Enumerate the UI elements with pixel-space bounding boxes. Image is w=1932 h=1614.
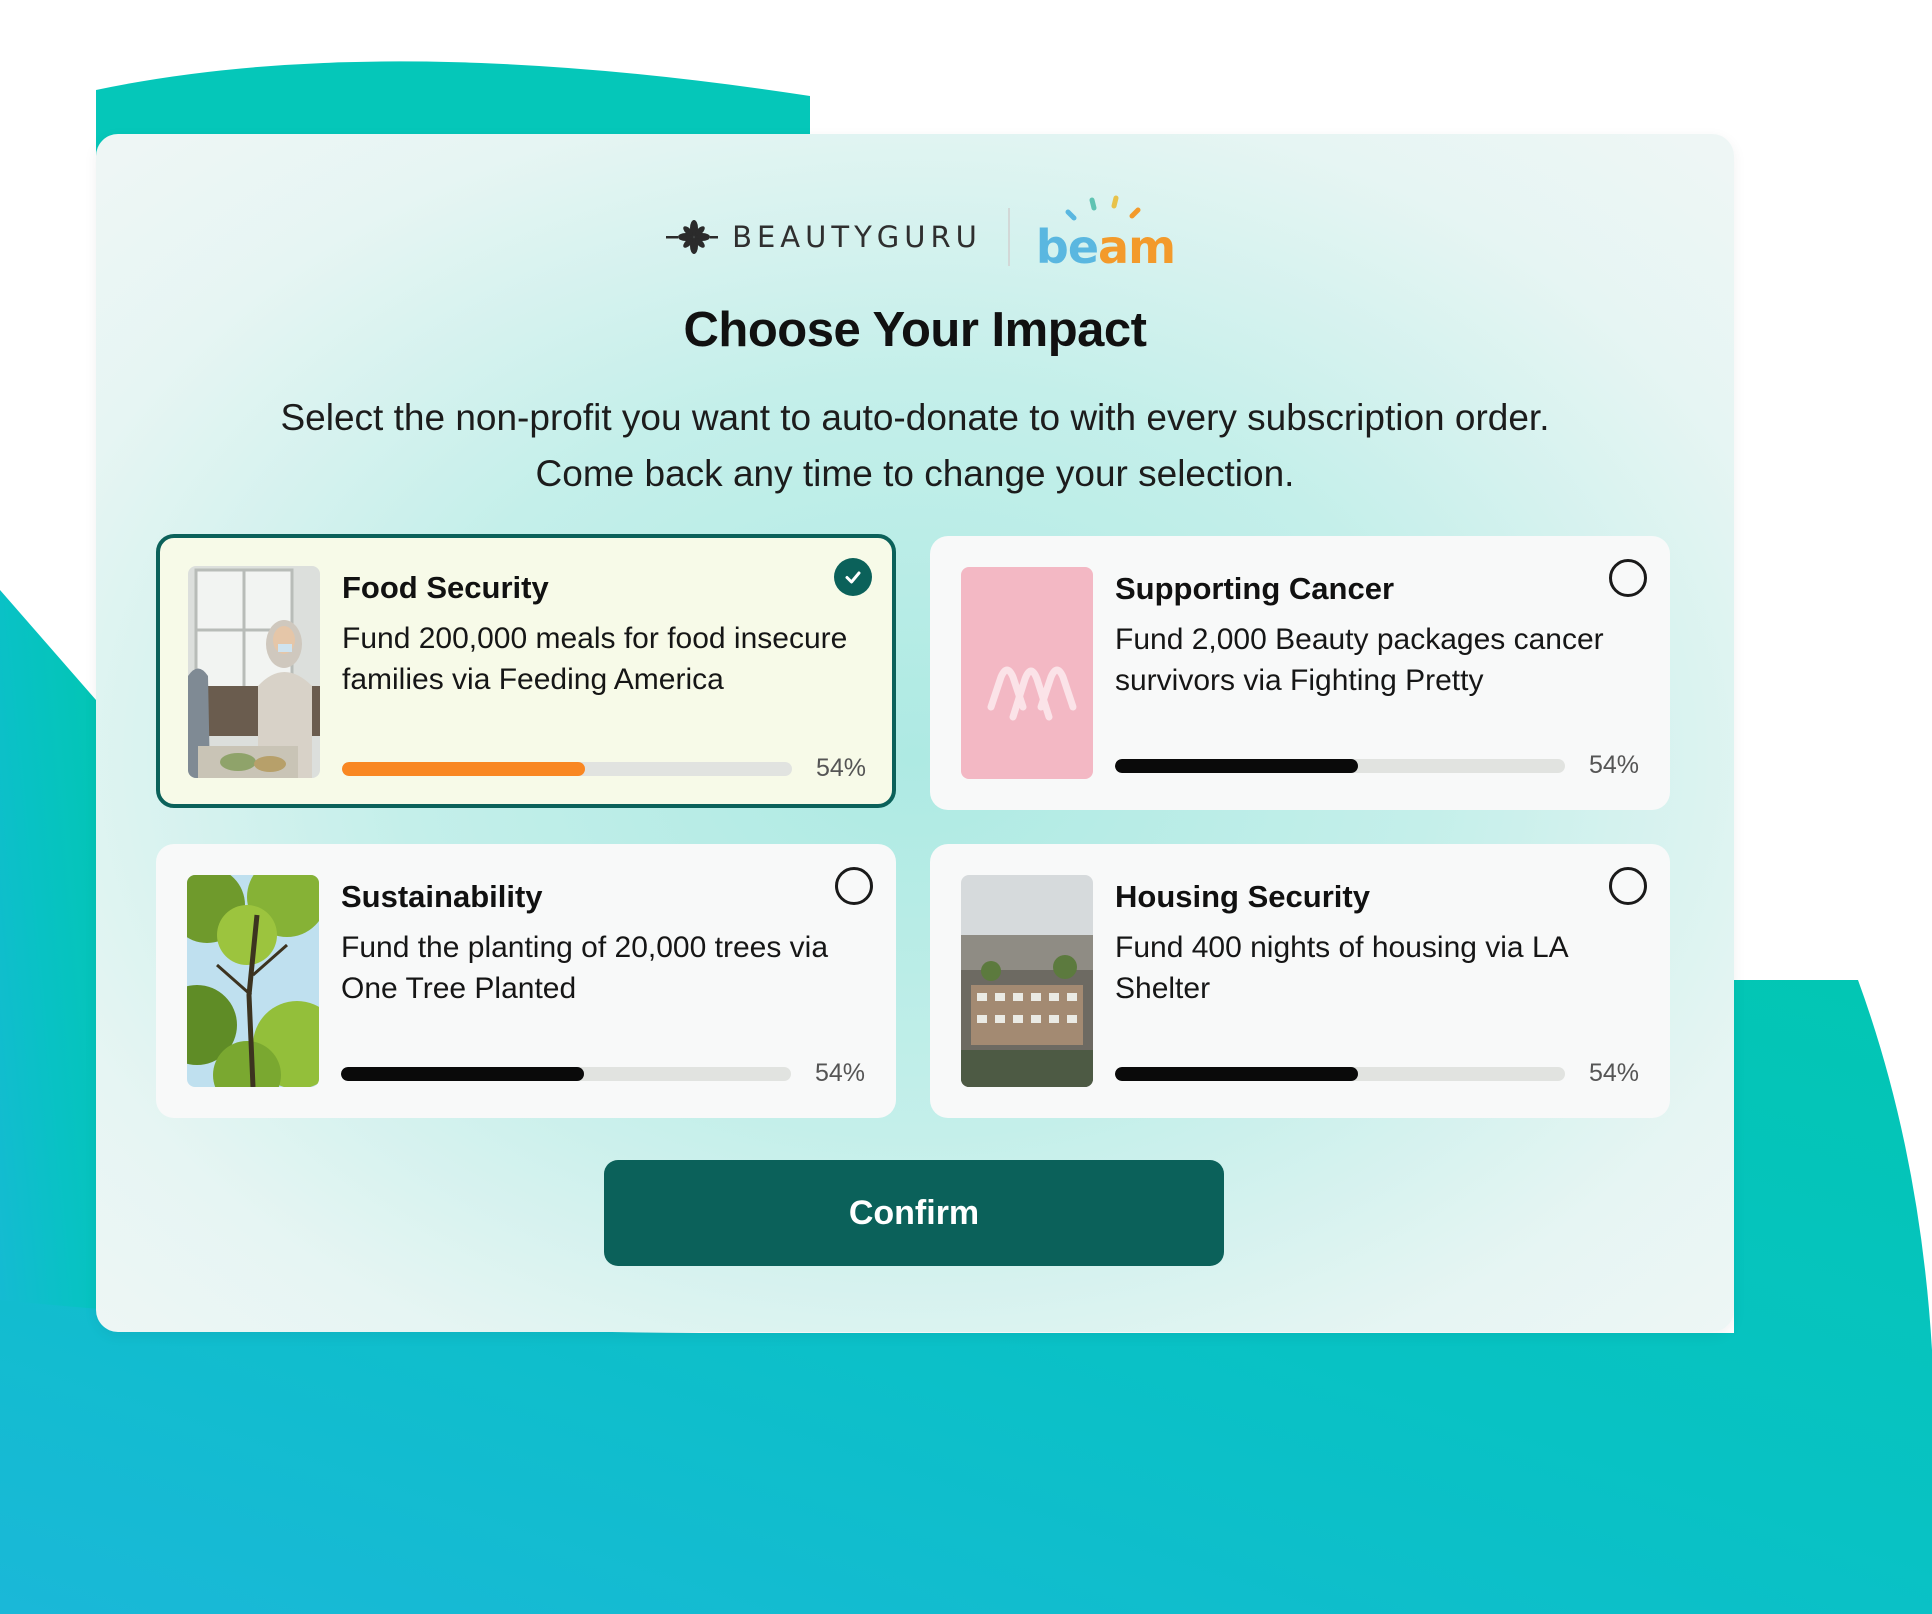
logo-divider — [1007, 208, 1010, 266]
subtitle-line-1: Select the non-profit you want to auto-d… — [280, 397, 1550, 438]
nonprofit-card-food-security[interactable]: Food Security Fund 200,000 meals for foo… — [156, 534, 896, 808]
card-description: Fund 2,000 Beauty packages cancer surviv… — [1115, 623, 1604, 697]
progress-bar — [1115, 759, 1565, 773]
beam-logo: beam — [1036, 192, 1176, 282]
food-security-image — [188, 566, 320, 778]
radio-button[interactable] — [1609, 559, 1647, 597]
progress-bar — [342, 762, 792, 776]
page-subtitle: Select the non-profit you want to auto-d… — [156, 390, 1674, 502]
progress-percent: 54% — [1589, 751, 1640, 779]
progress-percent: 54% — [1589, 1059, 1640, 1087]
card-title: Housing Security — [1115, 879, 1370, 914]
impact-selection-panel: BEAUTYGURU beam Choose Your Impact Selec… — [96, 134, 1734, 1332]
sustainability-image — [187, 875, 319, 1087]
card-description: Fund the planting of 20,000 trees via On… — [341, 931, 829, 1005]
progress-fill — [1115, 759, 1358, 773]
subtitle-line-2: Come back any time to change your select… — [535, 453, 1295, 494]
card-title: Sustainability — [341, 879, 543, 914]
beautyguru-flower-icon — [666, 220, 719, 254]
beam-wordmark: beam — [1035, 220, 1176, 274]
selected-check-icon[interactable] — [834, 558, 872, 596]
card-title: Supporting Cancer — [1115, 571, 1395, 606]
progress-fill — [1115, 1067, 1358, 1081]
card-title: Food Security — [342, 570, 549, 605]
confirm-button[interactable]: Confirm — [604, 1160, 1224, 1266]
progress-percent: 54% — [816, 754, 867, 782]
logo-bar: BEAUTYGURU beam — [96, 192, 1734, 282]
card-description: Fund 400 nights of housing via LA Shelte… — [1115, 931, 1567, 1005]
beautyguru-logo: BEAUTYGURU — [666, 220, 982, 254]
progress-fill — [342, 762, 585, 776]
nonprofit-card-sustainability[interactable]: Sustainability Fund the planting of 20,0… — [156, 844, 896, 1118]
page-title: Choose Your Impact — [683, 303, 1147, 357]
progress-fill — [341, 1067, 584, 1081]
progress-bar — [341, 1067, 791, 1081]
nonprofit-card-housing-security[interactable]: Housing Security Fund 400 nights of hous… — [930, 844, 1670, 1118]
nonprofit-card-supporting-cancer[interactable]: Supporting Cancer Fund 2,000 Beauty pack… — [930, 536, 1670, 810]
radio-button[interactable] — [835, 867, 873, 905]
housing-security-image — [961, 875, 1093, 1087]
radio-button[interactable] — [1609, 867, 1647, 905]
beautyguru-wordmark: BEAUTYGURU — [732, 220, 982, 254]
card-description: Fund 200,000 meals for food insecure fam… — [342, 622, 848, 696]
supporting-cancer-image — [961, 567, 1093, 779]
progress-percent: 54% — [815, 1059, 866, 1087]
progress-bar — [1115, 1067, 1565, 1081]
